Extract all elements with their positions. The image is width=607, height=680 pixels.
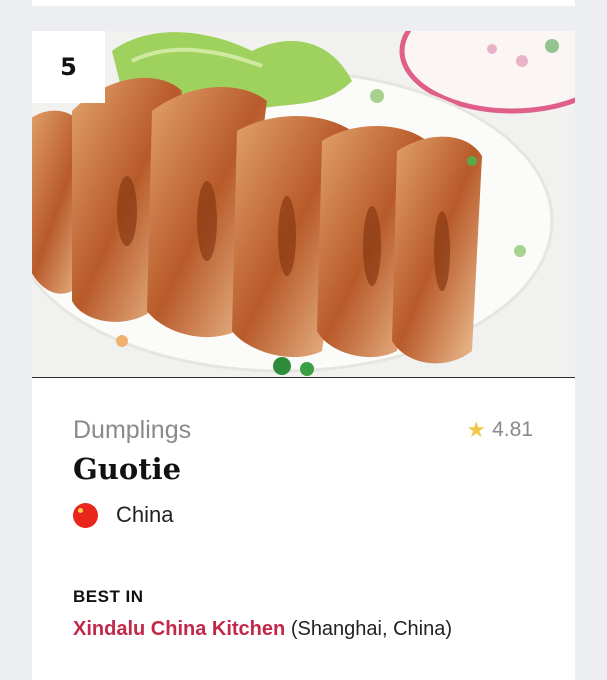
dish-category[interactable]: Dumplings: [73, 416, 191, 445]
country-name[interactable]: China: [116, 502, 173, 528]
best-in-restaurant: Xindalu China Kitchen (Shanghai, China): [73, 618, 452, 641]
dish-photo[interactable]: 5: [32, 31, 575, 378]
rating-value: 4.81: [492, 418, 533, 441]
star-icon: ★: [466, 417, 487, 442]
restaurant-link[interactable]: Xindalu China Kitchen: [73, 618, 285, 640]
rank-badge: 5: [32, 31, 105, 103]
china-flag-icon: [73, 502, 98, 528]
country-row[interactable]: China: [73, 502, 173, 528]
dish-info: Dumplings ★ 4.81 Guotie China BEST IN Xi…: [32, 378, 575, 680]
rating: ★ 4.81: [466, 418, 533, 442]
dish-card[interactable]: 5 Dumplings ★ 4.81 Guotie China BEST IN …: [32, 31, 575, 680]
previous-card-edge: [32, 0, 575, 6]
best-in-label: BEST IN: [73, 587, 144, 606]
restaurant-location: (Shanghai, China): [290, 618, 453, 640]
dish-name[interactable]: Guotie: [73, 452, 181, 486]
